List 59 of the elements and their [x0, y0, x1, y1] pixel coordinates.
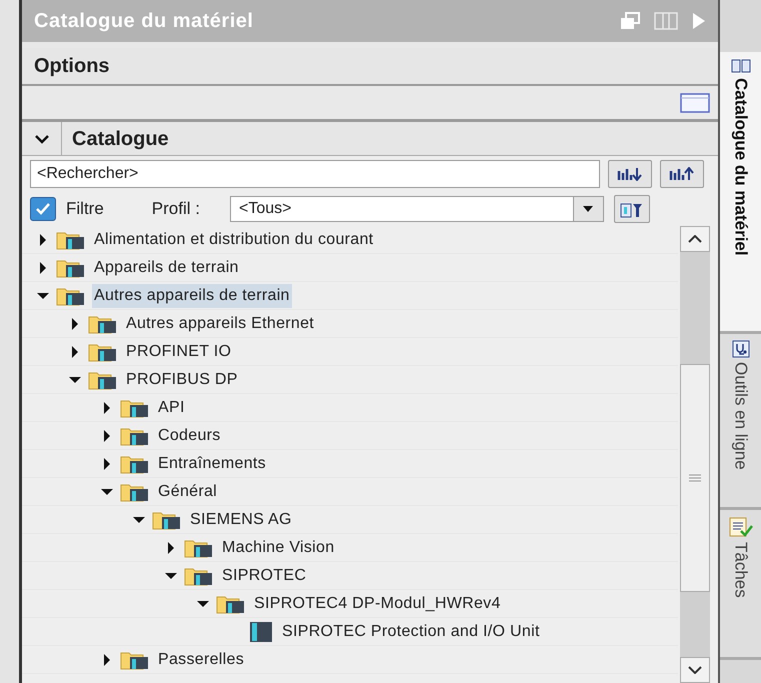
- scroll-up-icon[interactable]: [688, 235, 702, 243]
- scrollbar[interactable]: [680, 226, 710, 683]
- tree-item[interactable]: Général: [156, 480, 220, 504]
- tree-item[interactable]: Entraînements: [156, 452, 268, 476]
- folder-icon: [56, 230, 86, 250]
- search-up-button[interactable]: [660, 160, 704, 188]
- scroll-down-icon[interactable]: [688, 666, 702, 674]
- folder-icon: [120, 482, 150, 502]
- tree-item[interactable]: API: [156, 396, 187, 420]
- side-tab[interactable]: Tâches: [720, 510, 761, 660]
- folder-icon: [56, 258, 86, 278]
- profile-label: Profil :: [152, 198, 200, 220]
- folder-icon: [120, 454, 150, 474]
- side-tab[interactable]: Outils en ligne: [720, 334, 761, 510]
- tree-item[interactable]: SIPROTEC: [220, 564, 308, 588]
- tree-item[interactable]: Autres appareils de terrain: [92, 284, 292, 308]
- folder-icon: [184, 566, 214, 586]
- arrow-down-icon: [617, 167, 643, 181]
- tree-item[interactable]: Codeurs: [156, 424, 223, 448]
- chevron-down-icon[interactable]: [34, 132, 50, 144]
- options-header[interactable]: Options: [22, 48, 718, 86]
- arrow-up-icon: [669, 167, 695, 181]
- folder-icon: [88, 342, 118, 362]
- grip-icon: [689, 474, 701, 482]
- folder-icon: [216, 594, 246, 614]
- search-down-button[interactable]: [608, 160, 652, 188]
- tree-item[interactable]: SIPROTEC4 DP-Modul_HWRev4: [252, 592, 503, 616]
- device-icon: [248, 620, 274, 642]
- stethoscope-icon: [732, 340, 750, 358]
- dropdown-caret-icon: [582, 205, 594, 213]
- catalogue-header[interactable]: Catalogue: [22, 122, 718, 156]
- tree-item[interactable]: SIPROTEC Protection and I/O Unit: [280, 620, 542, 644]
- folder-icon: [152, 510, 182, 530]
- tree-item[interactable]: PROFIBUS DP: [124, 368, 240, 392]
- folder-icon: [88, 314, 118, 334]
- tree-item[interactable]: Machine Vision: [220, 536, 336, 560]
- tree-item[interactable]: PROFINET IO: [124, 340, 234, 364]
- tree-item[interactable]: Alimentation et distribution du courant: [92, 228, 376, 252]
- side-tab[interactable]: Catalogue du matériel: [720, 52, 761, 334]
- tree-item[interactable]: SIEMENS AG: [188, 508, 294, 532]
- tree-item[interactable]: Autres appareils Ethernet: [124, 312, 316, 336]
- profile-dropdown[interactable]: <Tous>: [230, 196, 604, 222]
- folder-icon: [120, 398, 150, 418]
- folder-icon: [120, 426, 150, 446]
- checkmark-icon: [35, 202, 51, 216]
- filter-checkbox[interactable]: [30, 197, 56, 221]
- folder-icon: [120, 650, 150, 670]
- tree-item[interactable]: Passerelles: [156, 648, 246, 672]
- panel-title: Catalogue du matériel: [34, 9, 254, 34]
- folder-icon: [88, 370, 118, 390]
- tree-item[interactable]: Appareils de terrain: [92, 256, 241, 280]
- folder-icon: [184, 538, 214, 558]
- profile-settings-button[interactable]: [614, 195, 650, 223]
- book-icon: [730, 58, 750, 74]
- filter-label: Filtre: [66, 198, 104, 220]
- search-field[interactable]: <Rechercher>: [30, 160, 600, 188]
- checklist-icon: [728, 516, 752, 538]
- window-layout-icon[interactable]: [680, 92, 710, 114]
- folder-icon: [56, 286, 86, 306]
